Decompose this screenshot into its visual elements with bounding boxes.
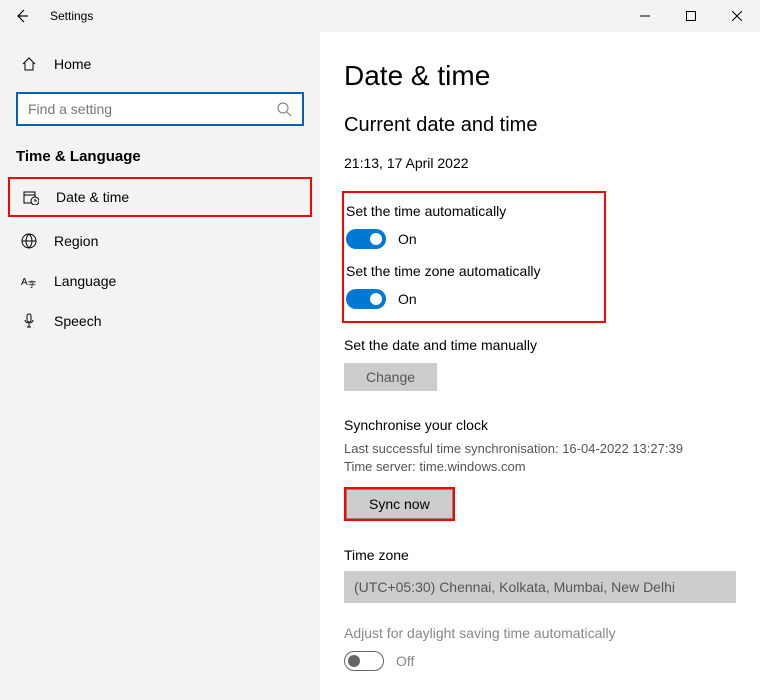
home-icon xyxy=(20,55,38,73)
content-area: Date & time Current date and time 21:13,… xyxy=(320,32,760,700)
nav-date-time[interactable]: Date & time xyxy=(8,177,312,217)
manual-time-group: Set the date and time manually Change xyxy=(344,337,736,391)
svg-text:字: 字 xyxy=(28,279,36,289)
manual-time-label: Set the date and time manually xyxy=(344,337,736,353)
back-button[interactable] xyxy=(0,0,44,32)
maximize-icon xyxy=(686,11,696,21)
nav-date-time-label: Date & time xyxy=(56,189,129,205)
nav-region[interactable]: Region xyxy=(0,221,320,261)
globe-icon xyxy=(20,232,38,250)
sync-heading: Synchronise your clock xyxy=(344,417,736,433)
nav-language[interactable]: A字 Language xyxy=(0,261,320,301)
auto-time-label: Set the time automatically xyxy=(346,203,592,219)
search-input[interactable] xyxy=(28,101,276,117)
timezone-section: Time zone (UTC+05:30) Chennai, Kolkata, … xyxy=(344,547,736,603)
window-title: Settings xyxy=(50,9,93,23)
timezone-heading: Time zone xyxy=(344,547,736,563)
nav-speech[interactable]: Speech xyxy=(0,301,320,341)
sync-now-button[interactable]: Sync now xyxy=(346,489,453,519)
auto-time-toggle[interactable] xyxy=(346,229,386,249)
close-button[interactable] xyxy=(714,0,760,32)
maximize-button[interactable] xyxy=(668,0,714,32)
auto-zone-label: Set the time zone automatically xyxy=(346,263,592,279)
sync-button-highlight: Sync now xyxy=(344,487,455,521)
close-icon xyxy=(732,11,742,21)
search-box[interactable] xyxy=(16,92,304,126)
sidebar: Home Time & Language Date & time Region … xyxy=(0,32,320,700)
current-datetime-heading: Current date and time xyxy=(344,114,736,137)
daylight-toggle[interactable] xyxy=(344,651,384,671)
auto-zone-state: On xyxy=(398,291,417,307)
daylight-state: Off xyxy=(396,653,414,669)
nav-language-label: Language xyxy=(54,273,116,289)
minimize-icon xyxy=(640,11,650,21)
category-header: Time & Language xyxy=(0,140,320,177)
timezone-select[interactable]: (UTC+05:30) Chennai, Kolkata, Mumbai, Ne… xyxy=(344,571,736,603)
search-icon xyxy=(276,101,292,117)
current-datetime-value: 21:13, 17 April 2022 xyxy=(344,155,736,171)
daylight-section: Adjust for daylight saving time automati… xyxy=(344,625,736,671)
nav-region-label: Region xyxy=(54,233,98,249)
microphone-icon xyxy=(20,312,38,330)
calendar-clock-icon xyxy=(22,188,40,206)
arrow-left-icon xyxy=(14,8,30,24)
auto-zone-group: Set the time zone automatically On xyxy=(346,263,592,309)
auto-time-highlight-box: Set the time automatically On Set the ti… xyxy=(342,191,606,323)
auto-zone-toggle[interactable] xyxy=(346,289,386,309)
minimize-button[interactable] xyxy=(622,0,668,32)
daylight-label: Adjust for daylight saving time automati… xyxy=(344,625,736,641)
language-icon: A字 xyxy=(20,272,38,290)
auto-time-state: On xyxy=(398,231,417,247)
window-controls xyxy=(622,0,760,32)
sync-server-info: Time server: time.windows.com xyxy=(344,459,736,474)
titlebar: Settings xyxy=(0,0,760,32)
sync-last-info: Last successful time synchronisation: 16… xyxy=(344,441,736,456)
sync-section: Synchronise your clock Last successful t… xyxy=(344,417,736,521)
page-heading: Date & time xyxy=(344,60,736,92)
svg-text:A: A xyxy=(21,277,28,288)
nav-home-label: Home xyxy=(54,56,91,72)
nav-home[interactable]: Home xyxy=(0,44,320,84)
nav-speech-label: Speech xyxy=(54,313,101,329)
auto-time-group: Set the time automatically On xyxy=(346,203,592,249)
change-button[interactable]: Change xyxy=(344,363,437,391)
